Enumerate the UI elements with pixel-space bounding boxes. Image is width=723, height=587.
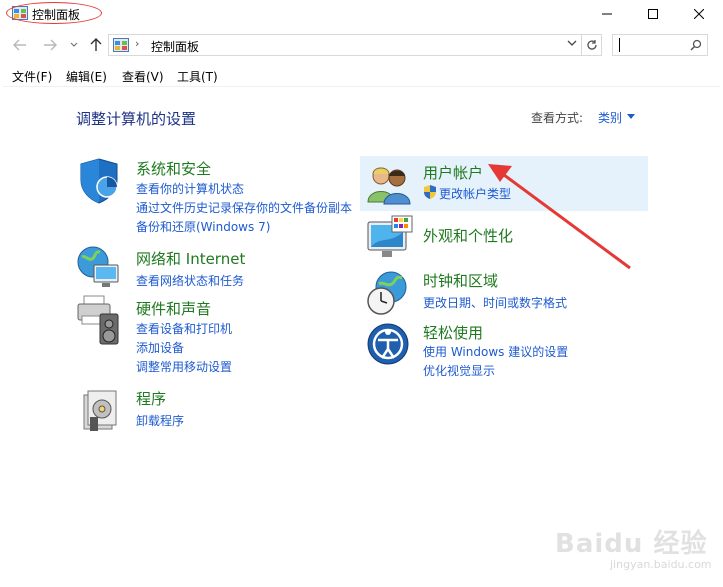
- refresh-icon: [586, 40, 597, 50]
- link-network-status[interactable]: 查看网络状态和任务: [136, 272, 244, 289]
- up-arrow-icon: [90, 38, 102, 51]
- link-backup-restore[interactable]: 备份和还原(Windows 7): [136, 218, 270, 235]
- back-arrow-icon: [13, 39, 26, 51]
- recent-locations-button[interactable]: [64, 35, 84, 55]
- appearance-personalization-icon[interactable]: [366, 214, 414, 262]
- uac-shield-icon: [424, 185, 436, 199]
- category-ease-of-access[interactable]: 轻松使用: [423, 322, 483, 343]
- shield-icon[interactable]: [76, 158, 122, 204]
- control-panel-icon: [113, 38, 129, 52]
- printer-speaker-icon[interactable]: [76, 294, 122, 346]
- link-file-history[interactable]: 通过文件历史记录保存你的文件备份副本: [136, 199, 352, 216]
- link-recommended-settings[interactable]: 使用 Windows 建议的设置: [423, 343, 568, 360]
- category-appearance-personalization[interactable]: 外观和个性化: [423, 225, 513, 246]
- breadcrumb-separator-icon: ›: [135, 37, 140, 50]
- search-icon[interactable]: [690, 39, 702, 51]
- link-optimize-visual-display[interactable]: 优化视觉显示: [423, 362, 495, 379]
- refresh-button[interactable]: [582, 34, 602, 56]
- menu-file[interactable]: 文件(F): [12, 68, 52, 85]
- menu-view[interactable]: 查看(V): [122, 68, 164, 85]
- link-mobility-settings[interactable]: 调整常用移动设置: [136, 358, 232, 375]
- category-system-security[interactable]: 系统和安全: [136, 158, 211, 179]
- chevron-down-icon: [70, 42, 78, 47]
- link-devices-printers[interactable]: 查看设备和打印机: [136, 320, 232, 337]
- forward-button[interactable]: [40, 35, 60, 55]
- link-uninstall-program[interactable]: 卸载程序: [136, 412, 184, 429]
- back-button[interactable]: [10, 35, 30, 55]
- view-by-dropdown[interactable]: 类别: [598, 109, 622, 126]
- search-input[interactable]: [612, 34, 708, 56]
- clock-region-icon[interactable]: [366, 270, 412, 316]
- network-globe-icon[interactable]: [76, 245, 122, 291]
- ease-of-access-icon[interactable]: [366, 322, 410, 366]
- menu-bar: 文件(F) 编辑(E) 查看(V) 工具(T): [0, 64, 723, 86]
- category-network-internet[interactable]: 网络和 Internet: [136, 248, 245, 269]
- menu-edit[interactable]: 编辑(E): [66, 68, 107, 85]
- view-by-chevron-down-icon[interactable]: [627, 114, 635, 119]
- minimize-button[interactable]: [584, 0, 630, 28]
- category-clock-region[interactable]: 时钟和区域: [423, 270, 498, 291]
- navigation-bar: › 控制面板: [0, 28, 723, 62]
- link-change-date-time-format[interactable]: 更改日期、时间或数字格式: [423, 294, 567, 311]
- link-add-device[interactable]: 添加设备: [136, 339, 184, 356]
- address-bar[interactable]: › 控制面板: [108, 34, 582, 56]
- title-bar: 控制面板: [0, 0, 723, 28]
- close-icon: [694, 9, 704, 19]
- category-user-accounts[interactable]: 用户帐户: [423, 162, 483, 183]
- category-programs[interactable]: 程序: [136, 388, 166, 409]
- minimize-icon: [602, 13, 612, 15]
- watermark-url: jingyan.baidu.com: [610, 558, 712, 571]
- link-change-account-type[interactable]: 更改帐户类型: [439, 185, 511, 202]
- watermark-logo: Baidu 经验: [555, 529, 708, 559]
- address-dropdown-icon[interactable]: [567, 37, 577, 50]
- menu-tools[interactable]: 工具(T): [177, 68, 218, 85]
- programs-icon[interactable]: [80, 387, 120, 433]
- link-view-computer-status[interactable]: 查看你的计算机状态: [136, 180, 244, 197]
- category-hardware-sound[interactable]: 硬件和声音: [136, 298, 211, 319]
- up-button[interactable]: [86, 35, 106, 55]
- close-button[interactable]: [676, 0, 722, 28]
- maximize-button[interactable]: [630, 0, 676, 28]
- user-accounts-icon[interactable]: [366, 162, 412, 206]
- view-by-label: 查看方式:: [531, 111, 584, 125]
- forward-arrow-icon: [44, 39, 57, 51]
- page-title: 调整计算机的设置: [76, 110, 197, 128]
- breadcrumb-control-panel[interactable]: 控制面板: [151, 38, 199, 55]
- maximize-icon: [648, 9, 658, 19]
- annotation-ellipse: [6, 2, 102, 24]
- text-caret: [619, 38, 620, 52]
